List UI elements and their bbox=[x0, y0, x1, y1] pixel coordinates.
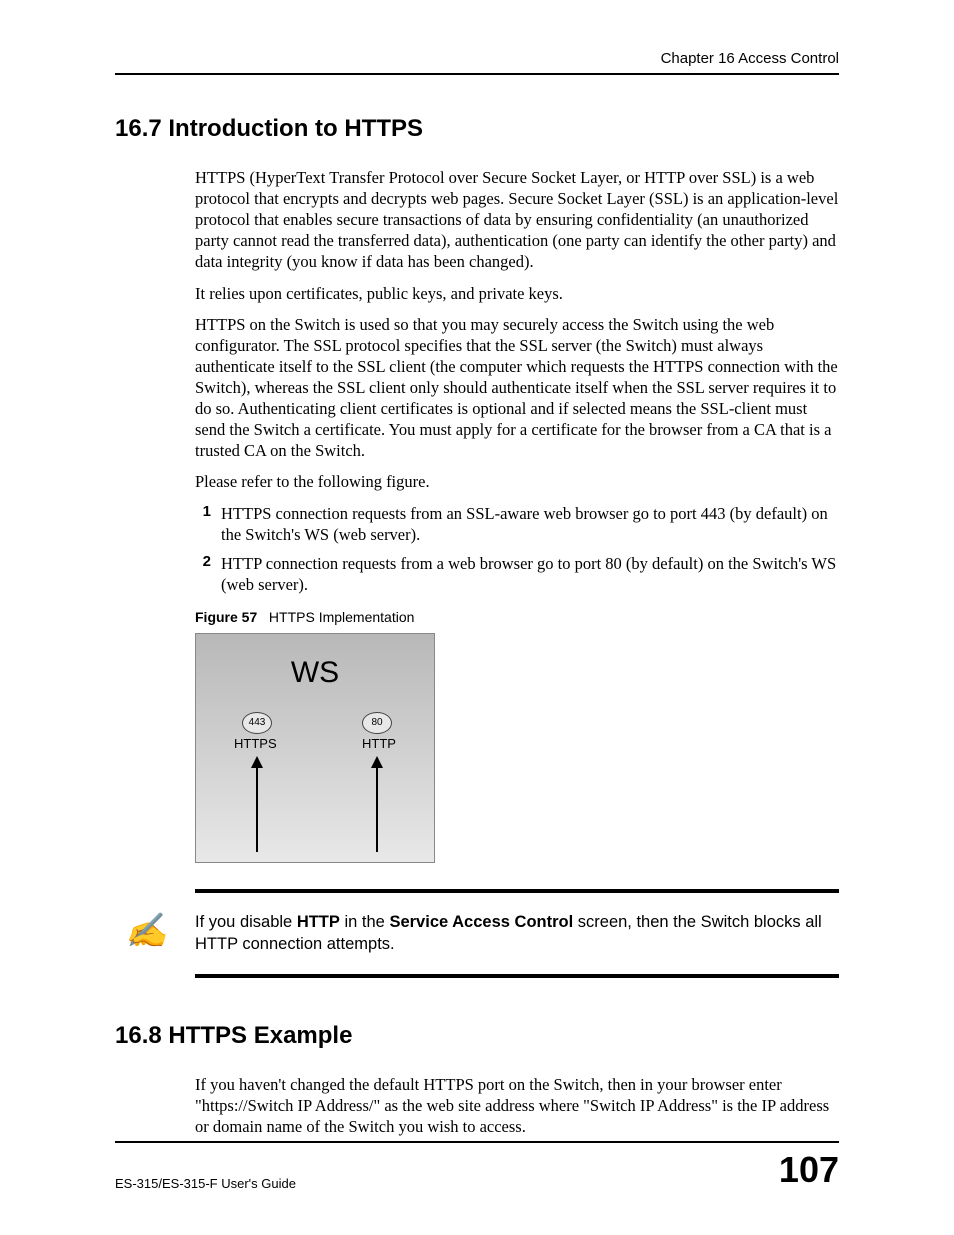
note-bold: Service Access Control bbox=[389, 913, 573, 931]
port-80-bubble: 80 bbox=[362, 712, 392, 734]
list-text: HTTP connection requests from a web brow… bbox=[221, 553, 839, 595]
arrow-icon bbox=[256, 766, 258, 852]
figure-caption: Figure 57 HTTPS Implementation bbox=[195, 609, 839, 625]
figure-label: Figure 57 bbox=[195, 609, 257, 625]
paragraph: Please refer to the following figure. bbox=[195, 471, 839, 492]
paragraph: It relies upon certificates, public keys… bbox=[195, 283, 839, 304]
ws-label: WS bbox=[196, 656, 434, 690]
figure-https-implementation: WS 443 80 HTTPS HTTP bbox=[195, 633, 435, 863]
note-span: If you disable bbox=[195, 913, 297, 931]
paragraph: HTTPS (HyperText Transfer Protocol over … bbox=[195, 167, 839, 273]
list-item: 2 HTTP connection requests from a web br… bbox=[195, 553, 839, 595]
note-callout: ✍ If you disable HTTP in the Service Acc… bbox=[195, 889, 839, 978]
note-span: in the bbox=[340, 913, 390, 931]
ordered-list: 1 HTTPS connection requests from an SSL-… bbox=[195, 503, 839, 595]
paragraph: If you haven't changed the default HTTPS… bbox=[195, 1074, 839, 1137]
chapter-label: Chapter 16 Access Control bbox=[661, 50, 839, 67]
https-label: HTTPS bbox=[234, 736, 277, 751]
figure-title: HTTPS Implementation bbox=[269, 609, 415, 625]
list-number: 1 bbox=[195, 503, 221, 545]
footer-guide-name: ES-315/ES-315-F User's Guide bbox=[115, 1176, 296, 1191]
paragraph: HTTPS on the Switch is used so that you … bbox=[195, 314, 839, 462]
page-number: 107 bbox=[779, 1149, 839, 1191]
list-text: HTTPS connection requests from an SSL-aw… bbox=[221, 503, 839, 545]
http-label: HTTP bbox=[362, 736, 396, 751]
page-header: Chapter 16 Access Control bbox=[115, 50, 839, 75]
note-bold: HTTP bbox=[297, 913, 340, 931]
section-heading-16-7: 16.7 Introduction to HTTPS bbox=[115, 115, 839, 143]
arrow-icon bbox=[376, 766, 378, 852]
note-icon: ✍ bbox=[125, 911, 195, 951]
section-heading-16-8: 16.8 HTTPS Example bbox=[115, 1022, 839, 1050]
list-item: 1 HTTPS connection requests from an SSL-… bbox=[195, 503, 839, 545]
port-443-bubble: 443 bbox=[242, 712, 272, 734]
page-footer: ES-315/ES-315-F User's Guide 107 bbox=[115, 1141, 839, 1191]
note-text: If you disable HTTP in the Service Acces… bbox=[195, 911, 839, 956]
list-number: 2 bbox=[195, 553, 221, 595]
